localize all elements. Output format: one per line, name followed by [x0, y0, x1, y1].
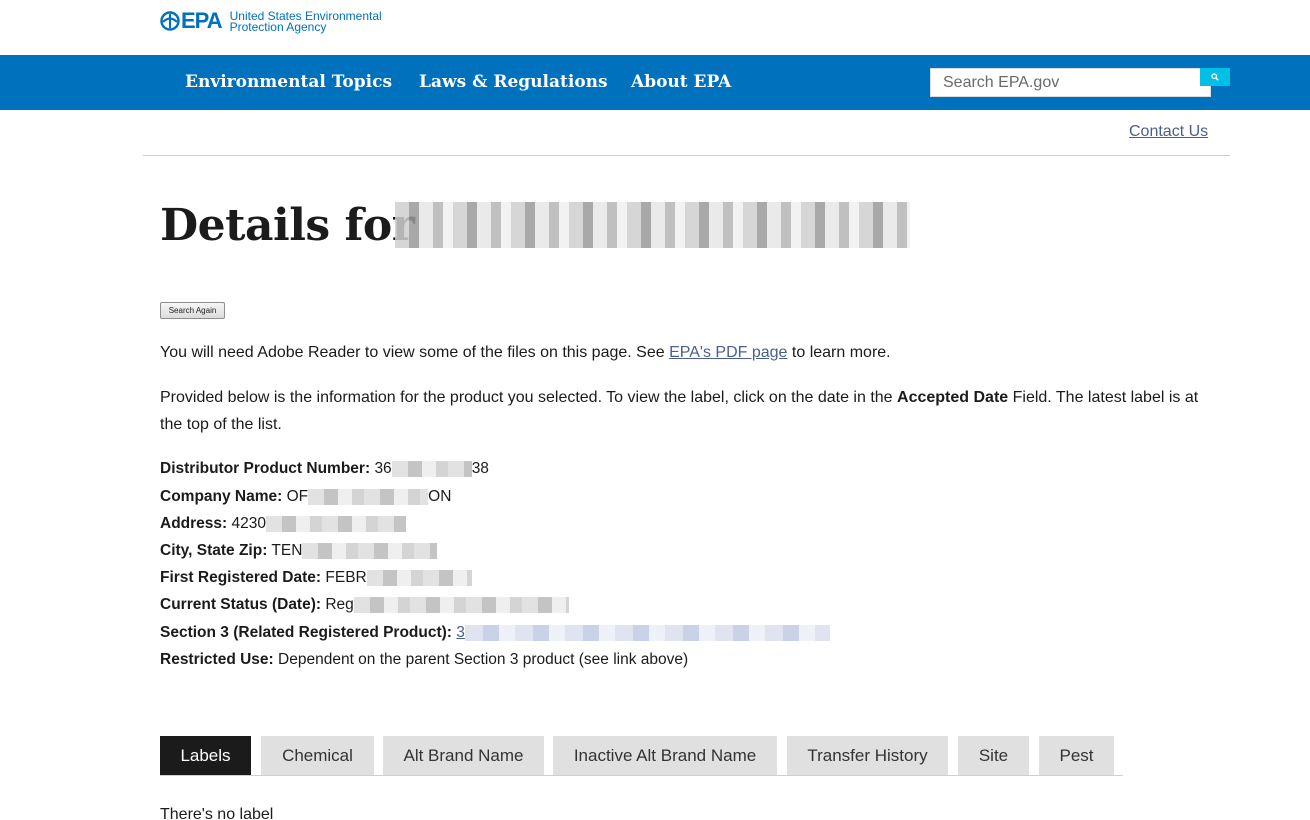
tab-chemical[interactable]: Chemical — [261, 736, 374, 775]
agency-name: United States Environmental Protection A… — [229, 10, 382, 34]
field-company-name: Company Name: OF ON — [160, 487, 451, 507]
info-note-before: Provided below is the information for th… — [160, 389, 898, 406]
field-value-prefix: 36 — [374, 460, 392, 477]
pdf-note: You will need Adobe Reader to view some … — [160, 339, 1210, 366]
field-restricted-use: Restricted Use: Dependent on the parent … — [160, 650, 688, 670]
field-current-status: Current Status (Date): Reg — [160, 595, 569, 615]
tab-transfer-history[interactable]: Transfer History — [787, 736, 948, 775]
search-button[interactable] — [1200, 68, 1230, 86]
field-label: Current Status (Date): — [160, 596, 322, 613]
redacted-value — [302, 542, 438, 559]
contact-us-link[interactable]: Contact Us — [1129, 123, 1208, 141]
redacted-value — [366, 569, 472, 586]
field-city-state-zip: City, State Zip: TEN — [160, 541, 438, 561]
field-distributor-product-number: Distributor Product Number: 36 38 — [160, 459, 489, 479]
pdf-note-before: You will need Adobe Reader to view some … — [160, 344, 670, 361]
site-header: EPA United States Environmental Protecti… — [0, 0, 1310, 55]
field-label: Section 3 (Related Registered Product): — [160, 624, 452, 641]
epa-logo-mark: EPA — [160, 8, 223, 33]
divider — [143, 155, 1230, 156]
info-note-bold: Accepted Date — [897, 389, 1009, 406]
field-value-prefix: OF — [286, 488, 309, 505]
search-again-button[interactable]: Search Again — [160, 302, 225, 319]
redacted-value — [391, 460, 472, 477]
field-value-suffix: 38 — [471, 460, 489, 477]
field-value-prefix: FEBR — [325, 569, 367, 586]
field-section-3: Section 3 (Related Registered Product): … — [160, 623, 830, 643]
field-address: Address: 4230 — [160, 514, 406, 534]
tab-pest[interactable]: Pest — [1039, 736, 1114, 775]
search-input[interactable] — [931, 69, 1201, 96]
nav-environmental-topics[interactable]: Environmental Topics — [185, 72, 392, 92]
redacted-value — [308, 488, 429, 505]
tab-bar: Labels Chemical Alt Brand Name Inactive … — [160, 736, 1123, 776]
field-value: Dependent on the parent Section 3 produc… — [278, 651, 689, 668]
epa-flower-icon — [160, 11, 180, 31]
agency-name-line2: Protection Agency — [229, 20, 327, 34]
info-note: Provided below is the information for th… — [160, 384, 1210, 438]
page-title-prefix: Details for — [160, 200, 415, 251]
field-value-suffix: ON — [428, 488, 452, 505]
pdf-page-link[interactable]: EPA's PDF page — [669, 344, 787, 361]
redacted-value — [265, 515, 406, 532]
tab-site[interactable]: Site — [958, 736, 1029, 775]
field-label: City, State Zip: — [160, 542, 268, 559]
epa-logo-letters: EPA — [181, 8, 223, 33]
page-title: Details for — [160, 200, 415, 251]
nav-about-epa[interactable]: About EPA — [631, 72, 731, 92]
pdf-note-after: to learn more. — [787, 344, 891, 361]
field-value-prefix: TEN — [271, 542, 303, 559]
tab-content-message: There's no label — [160, 806, 274, 820]
section-3-product-link[interactable]: 3 — [456, 624, 465, 641]
field-label: Distributor Product Number: — [160, 460, 371, 477]
tab-inactive-alt-brand-name[interactable]: Inactive Alt Brand Name — [553, 736, 777, 775]
search-icon — [1211, 73, 1219, 81]
field-first-registered-date: First Registered Date: FEBR — [160, 568, 472, 588]
field-label: First Registered Date: — [160, 569, 322, 586]
field-value-prefix: Reg — [325, 596, 354, 613]
nav-laws-regulations[interactable]: Laws & Regulations — [419, 72, 608, 92]
field-label: Company Name: — [160, 488, 283, 505]
tab-labels[interactable]: Labels — [160, 736, 251, 775]
field-label: Address: — [160, 515, 228, 532]
redacted-product-name — [395, 202, 910, 248]
redacted-value — [464, 624, 830, 641]
field-value-prefix: 4230 — [231, 515, 266, 532]
tab-alt-brand-name[interactable]: Alt Brand Name — [383, 736, 544, 775]
field-label: Restricted Use: — [160, 651, 274, 668]
search-box — [930, 68, 1211, 97]
redacted-value — [353, 596, 569, 613]
epa-logo[interactable]: EPA United States Environmental Protecti… — [160, 9, 382, 33]
